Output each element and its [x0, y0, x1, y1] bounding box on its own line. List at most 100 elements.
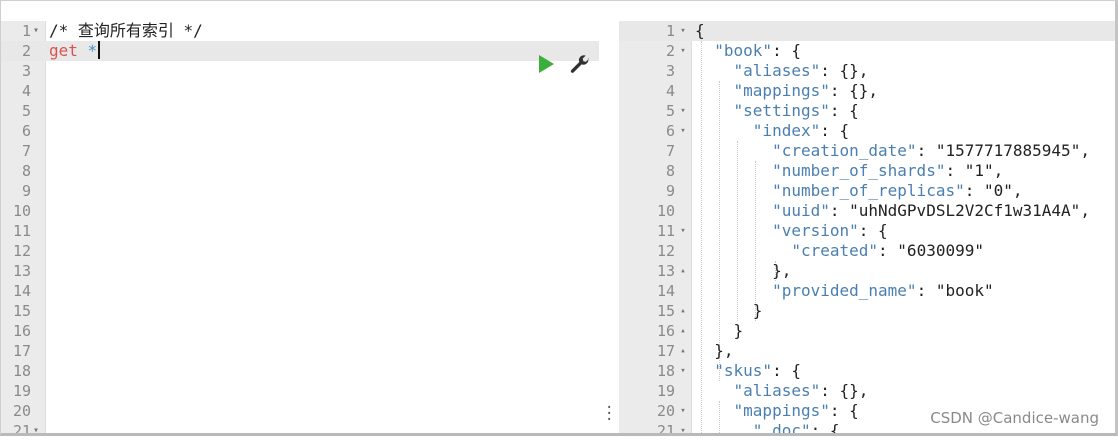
fold-up-icon[interactable]: ▴ [677, 321, 689, 341]
json-text: "aliases": {}, [733, 381, 869, 400]
request-line[interactable]: 9 [1, 181, 599, 201]
request-line[interactable]: 14 [1, 281, 599, 301]
request-line[interactable]: 10 [1, 201, 599, 221]
request-line[interactable]: 4 [1, 81, 599, 101]
fold-down-icon[interactable]: ▾ [677, 101, 689, 121]
line-number: 20 [656, 402, 675, 420]
response-line: 9 "number_of_replicas": "0", [619, 181, 1115, 201]
json-text: "created": "6030099" [791, 241, 984, 260]
line-number: 5 [665, 102, 675, 120]
request-line[interactable]: 6 [1, 121, 599, 141]
request-line[interactable]: 2 get * [1, 41, 599, 61]
line-number: 12 [12, 242, 31, 260]
json-text: "aliases": {}, [733, 61, 869, 80]
fold-toggle-icon[interactable]: ▾ [33, 421, 43, 433]
watermark: CSDN @Candice-wang [928, 409, 1101, 427]
line-number: 1 [21, 22, 31, 40]
drag-handle-icon[interactable]: · · · [605, 401, 613, 427]
fold-down-icon[interactable]: ▾ [677, 361, 689, 381]
line-number: 14 [12, 282, 31, 300]
line-number: 5 [21, 102, 31, 120]
fold-down-icon[interactable]: ▾ [677, 401, 689, 421]
request-line[interactable]: 1 ▾ /* 查询所有索引 */ [1, 21, 599, 41]
request-line[interactable]: 17 [1, 341, 599, 361]
json-text: { [695, 21, 705, 40]
json-text: "settings": { [733, 101, 859, 120]
json-text: "creation_date": "1577717885945", [772, 141, 1090, 160]
line-number: 14 [656, 282, 675, 300]
line-number: 21 [12, 422, 31, 433]
line-number: 7 [665, 142, 675, 160]
request-editor[interactable]: 1 ▾/* 查询所有索引 */2 get * 3 4 5 6 7 8 9 10 11 12 13 14 15 1… [1, 9, 599, 433]
request-line[interactable]: 18 [1, 361, 599, 381]
line-number: 2 [665, 42, 675, 60]
response-line: 8 "number_of_shards": "1", [619, 161, 1115, 181]
request-line[interactable]: 19 [1, 381, 599, 401]
request-line[interactable]: 13 [1, 261, 599, 281]
line-number: 19 [656, 382, 675, 400]
response-line: 18 ▾ "skus": { [619, 361, 1115, 381]
line-number: 16 [12, 322, 31, 340]
line-number: 17 [12, 342, 31, 360]
request-line[interactable]: 5 [1, 101, 599, 121]
request-line[interactable]: 12 [1, 241, 599, 261]
line-number: 2 [21, 42, 31, 60]
json-text: "mappings": {}, [733, 81, 879, 100]
line-number: 18 [12, 362, 31, 380]
line-number: 1 [665, 22, 675, 40]
response-line: 19 "aliases": {}, [619, 381, 1115, 401]
response-line: 7 "creation_date": "1577717885945", [619, 141, 1115, 161]
response-line: 4 "mappings": {}, [619, 81, 1115, 101]
response-line: 2 ▾ "book": { [619, 41, 1115, 61]
request-line[interactable]: 16 [1, 321, 599, 341]
line-number: 17 [656, 342, 675, 360]
line-number: 13 [656, 262, 675, 280]
response-line: 13 ▴ }, [619, 261, 1115, 281]
line-number: 6 [21, 122, 31, 140]
response-line: 3 "aliases": {}, [619, 61, 1115, 81]
request-line[interactable]: 11 [1, 221, 599, 241]
code-text: /* 查询所有索引 */ [49, 21, 203, 40]
json-text: "book": { [714, 41, 801, 60]
request-line[interactable]: 8 [1, 161, 599, 181]
request-line[interactable]: 21 ▾ [1, 421, 599, 433]
fold-down-icon[interactable]: ▾ [677, 221, 689, 241]
fold-down-icon[interactable]: ▾ [677, 21, 689, 41]
line-number: 15 [12, 302, 31, 320]
response-viewer[interactable]: 1 ▾{2 ▾ "book": {3 "aliases": {}, 4 "mappin… [619, 21, 1115, 436]
fold-up-icon[interactable]: ▴ [677, 341, 689, 361]
line-number: 10 [656, 202, 675, 220]
json-text: } [695, 321, 744, 340]
request-line[interactable]: 20 [1, 401, 599, 421]
fold-toggle-icon[interactable]: ▾ [33, 21, 43, 41]
line-number: 13 [12, 262, 31, 280]
code-text: get * [49, 41, 101, 61]
line-number: 19 [12, 382, 31, 400]
json-text: "number_of_shards": "1", [772, 161, 1004, 180]
response-line: 17 ▴ }, [619, 341, 1115, 361]
response-line: 15 ▴ } [619, 301, 1115, 321]
fold-down-icon[interactable]: ▾ [677, 121, 689, 141]
line-number: 8 [665, 162, 675, 180]
request-line[interactable]: 15 [1, 301, 599, 321]
fold-down-icon[interactable]: ▾ [677, 41, 689, 61]
line-number: 8 [21, 162, 31, 180]
json-text: "number_of_replicas": "0", [772, 181, 1023, 200]
json-text: "_doc": { [752, 421, 840, 436]
fold-down-icon[interactable]: ▾ [677, 421, 689, 433]
console-window: 1 ▾/* 查询所有索引 */2 get * 3 4 5 6 7 8 9 10 11 12 13 14 15 1… [0, 0, 1118, 436]
wrench-icon[interactable] [569, 53, 591, 75]
line-number: 16 [656, 322, 675, 340]
response-line: 12 "created": "6030099" [619, 241, 1115, 261]
json-text: } [695, 301, 763, 320]
request-line[interactable]: 7 [1, 141, 599, 161]
line-number: 3 [21, 62, 31, 80]
json-text: "skus": { [714, 361, 801, 380]
fold-up-icon[interactable]: ▴ [677, 261, 689, 281]
response-line: 11 ▾ "version": { [619, 221, 1115, 241]
response-line: 14 "provided_name": "book" [619, 281, 1115, 301]
request-line[interactable]: 3 [1, 61, 599, 81]
fold-up-icon[interactable]: ▴ [677, 301, 689, 321]
play-icon[interactable] [539, 55, 554, 73]
line-number: 11 [656, 222, 675, 240]
